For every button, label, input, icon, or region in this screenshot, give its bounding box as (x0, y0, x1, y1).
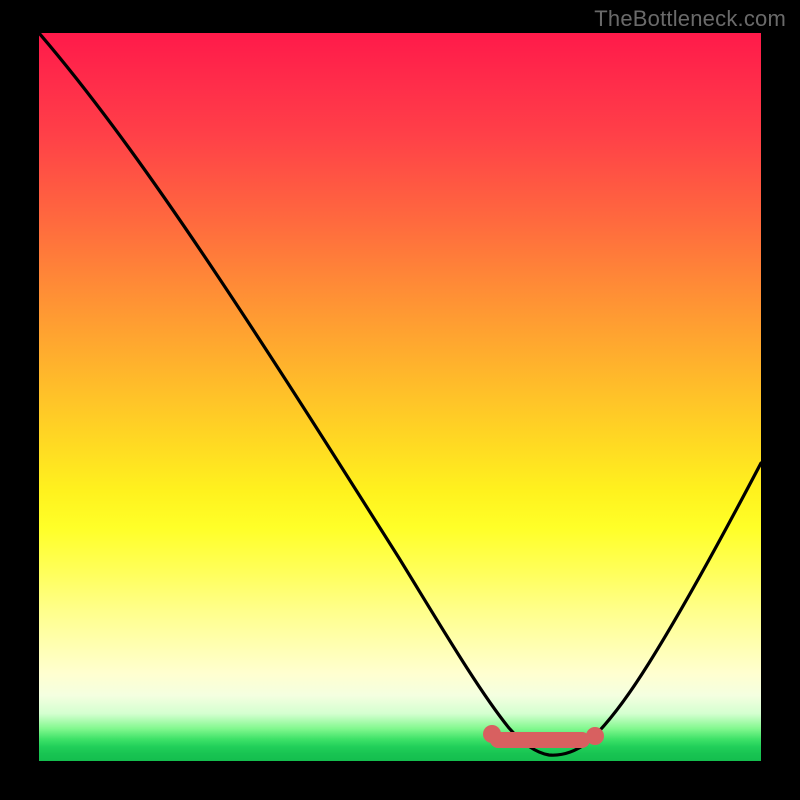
marker-right (586, 727, 604, 745)
chart-area (39, 33, 761, 761)
bottleneck-curve-path (39, 33, 761, 755)
watermark-text: TheBottleneck.com (594, 6, 786, 32)
curve-svg (39, 33, 761, 761)
optimal-zone-bar (490, 732, 590, 748)
marker-left (483, 725, 501, 743)
